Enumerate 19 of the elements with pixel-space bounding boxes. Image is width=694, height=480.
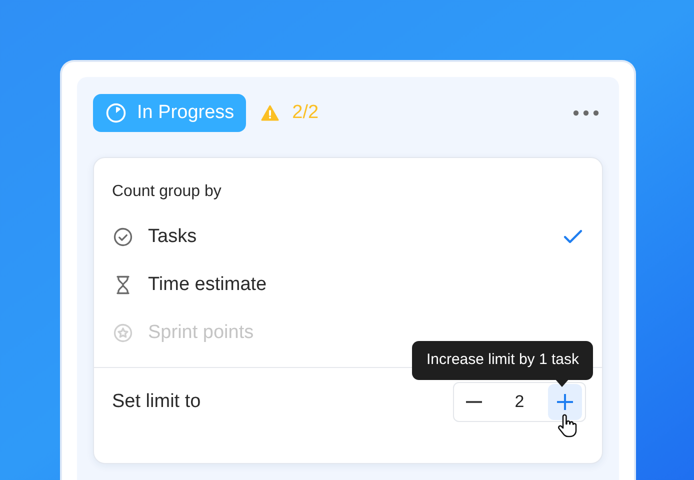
limit-count: 2/2 [292,100,319,125]
group-option[interactable]: Tasks [94,213,602,261]
group-option[interactable]: Time estimate [94,261,602,309]
more-icon [573,110,599,116]
option-label: Tasks [148,224,197,249]
star-circle-icon [112,322,134,344]
limit-label: Set limit to [112,390,201,414]
hand-cursor-icon [557,414,577,438]
minus-icon [466,401,482,403]
more-button[interactable] [571,108,601,118]
option-label: Sprint points [148,320,254,345]
progress-icon [105,102,127,124]
check-circle-icon [112,226,134,248]
increase-button[interactable] [548,384,582,420]
plus-icon [557,394,573,410]
menu-heading: Count group by [112,182,222,202]
tooltip-text: Increase limit by 1 task [426,350,579,370]
option-label: Time estimate [148,272,267,297]
limit-value: 2 [514,391,526,414]
